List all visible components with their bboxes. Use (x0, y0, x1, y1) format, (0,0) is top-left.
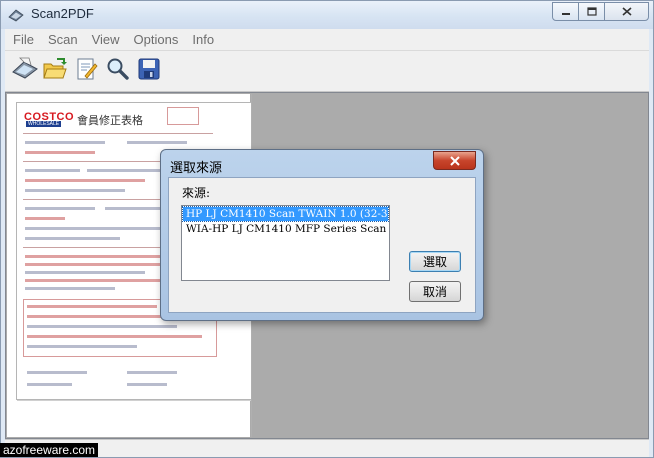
doc-text (27, 305, 157, 308)
edit-document-icon (77, 58, 98, 80)
dialog-close-button[interactable] (433, 151, 476, 170)
save-button[interactable] (135, 55, 163, 83)
watermark: azofreeware.com (0, 443, 99, 457)
select-source-dialog: 選取來源 來源: HP LJ CM1410 Scan TWAIN 1.0 (32… (160, 149, 484, 321)
doc-text (25, 189, 125, 192)
scan-icon (12, 57, 38, 79)
doc-text (127, 383, 167, 386)
dialog-body: 來源: HP LJ CM1410 Scan TWAIN 1.0 (32-32) … (168, 177, 476, 313)
maximize-icon (586, 7, 597, 16)
doc-text (25, 255, 175, 258)
source-item[interactable]: WIA-HP LJ CM1410 MFP Series Scan 1.0 ( (183, 222, 389, 236)
doc-text (27, 335, 202, 338)
close-icon (621, 7, 632, 16)
doc-text (25, 237, 120, 240)
doc-text (27, 383, 72, 386)
close-button[interactable] (604, 2, 649, 21)
zoom-button[interactable] (103, 55, 131, 83)
menu-scan[interactable]: Scan (40, 32, 84, 47)
doc-text (25, 151, 95, 154)
doc-line (23, 133, 213, 134)
doc-text (25, 217, 65, 220)
doc-text (127, 141, 187, 144)
costco-logo: COSTCO WHOLESALE (24, 111, 75, 127)
minimize-button[interactable] (552, 2, 579, 21)
doc-text (27, 345, 137, 348)
doc-text (25, 179, 145, 182)
doc-text (25, 141, 105, 144)
doc-text (25, 169, 80, 172)
menu-bar: File Scan View Options Info (5, 29, 649, 50)
source-label: 來源: (182, 186, 211, 200)
open-button[interactable] (41, 55, 69, 83)
source-list[interactable]: HP LJ CM1410 Scan TWAIN 1.0 (32-32) WIA-… (181, 205, 390, 281)
close-icon (449, 155, 460, 166)
doc-text (27, 325, 177, 328)
status-bar (5, 439, 649, 457)
minimize-icon (561, 12, 570, 15)
select-button[interactable]: 選取 (409, 251, 461, 272)
open-folder-icon (43, 58, 67, 79)
menu-info[interactable]: Info (184, 32, 220, 47)
save-disk-icon (138, 58, 160, 80)
menu-file[interactable]: File (5, 32, 40, 47)
title-bar[interactable]: Scan2PDF (1, 1, 653, 29)
doc-text (25, 207, 95, 210)
magnifier-icon (107, 58, 129, 80)
doc-box (167, 107, 199, 125)
doc-text (127, 371, 177, 374)
doc-text (27, 371, 87, 374)
toolbar (5, 50, 649, 92)
cancel-button[interactable]: 取消 (409, 281, 461, 302)
edit-button[interactable] (73, 55, 101, 83)
dialog-title: 選取來源 (170, 161, 223, 176)
doc-text (25, 287, 115, 290)
doc-text (25, 271, 145, 274)
scan-button[interactable] (11, 55, 39, 83)
window-title: Scan2PDF (31, 6, 94, 21)
doc-text (105, 207, 165, 210)
doc-text (87, 169, 162, 172)
menu-options[interactable]: Options (126, 32, 185, 47)
scanner-icon (8, 9, 24, 22)
caption-buttons (552, 2, 649, 22)
menu-view[interactable]: View (84, 32, 126, 47)
source-item[interactable]: HP LJ CM1410 Scan TWAIN 1.0 (32-32) (182, 206, 389, 222)
maximize-button[interactable] (578, 2, 605, 21)
document-title: 會員修正表格 (77, 114, 143, 127)
